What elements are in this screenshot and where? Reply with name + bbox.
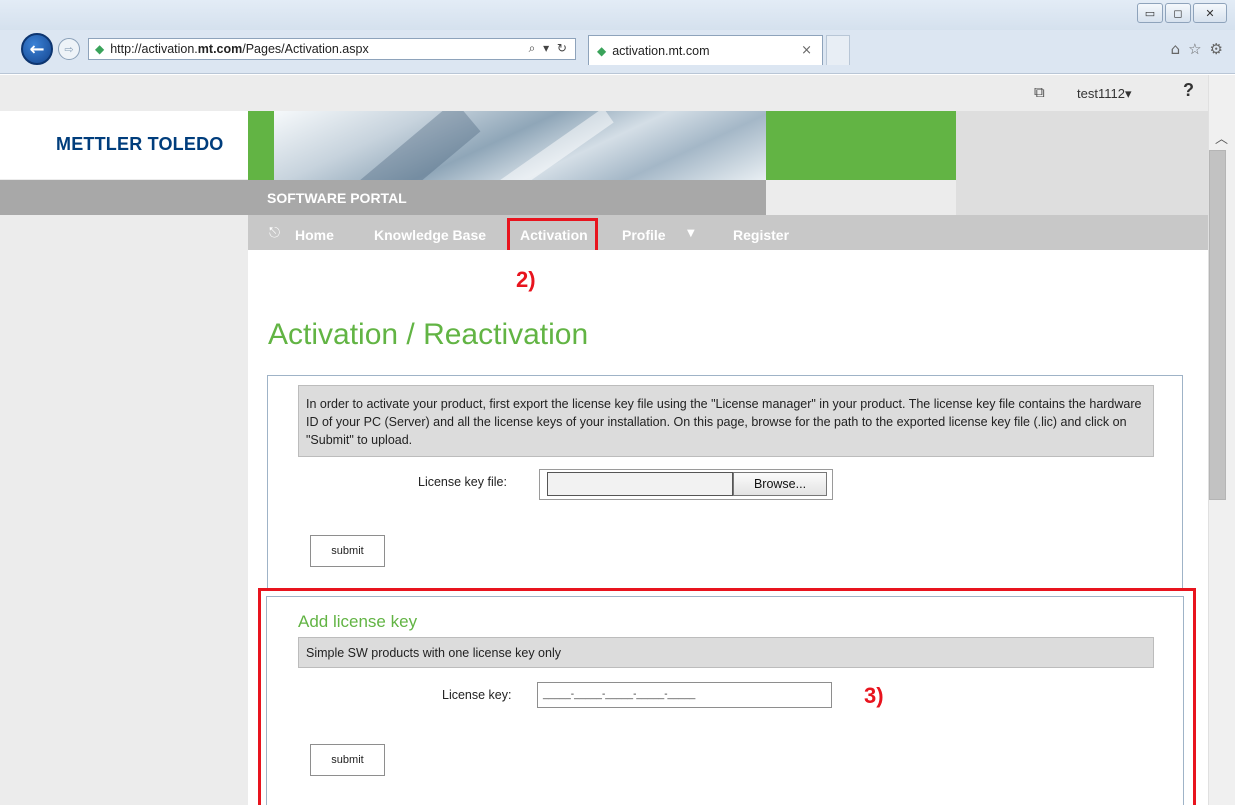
mettler-toledo-logo[interactable]: METTLER TOLEDO: [56, 134, 223, 155]
portal-title-bar-right: [766, 180, 956, 215]
add-license-key-info: Simple SW products with one license key …: [298, 637, 1154, 668]
maximize-button[interactable]: ◻: [1165, 3, 1191, 23]
site-favicon-icon: ◆: [95, 42, 105, 56]
back-arrow-icon[interactable]: ←: [21, 33, 53, 65]
annotation-step-2: 2): [516, 267, 536, 292]
license-file-instructions: In order to activate your product, first…: [298, 385, 1154, 457]
home-nav-icon[interactable]: ⎋: [269, 225, 280, 241]
annotation-highlight-activation: [507, 218, 598, 254]
settings-gear-icon[interactable]: ⚙: [1210, 40, 1223, 58]
page-title: Activation / Reactivation: [268, 318, 589, 351]
window-titlebar: [0, 0, 1235, 30]
header-green-block-right: [766, 111, 956, 180]
home-icon[interactable]: ⌂: [1171, 40, 1181, 58]
portal-title: SOFTWARE PORTAL: [267, 190, 407, 206]
address-bar[interactable]: ◆ http://activation.mt.com/Pages/Activat…: [88, 38, 576, 60]
browser-chrome: ▭ ◻ ✕ ← ⇨ ◆ http://activation.mt.com/Pag…: [0, 0, 1235, 74]
chevron-down-icon[interactable]: ▼: [687, 228, 695, 239]
license-key-input[interactable]: _____-_____-_____-_____-_____: [537, 682, 832, 708]
browser-toolbar-icons: ⌂ ☆ ⚙: [1171, 40, 1223, 58]
tab-close-icon[interactable]: ×: [801, 43, 812, 58]
browse-button[interactable]: Browse...: [733, 472, 827, 496]
window-controls: ▭ ◻ ✕: [1137, 3, 1227, 23]
site-toolbar: ⧉ test1112▾ ?: [0, 75, 1208, 111]
license-key-label: License key:: [442, 688, 512, 702]
browser-tab-active[interactable]: ◆ activation.mt.com ×: [588, 35, 823, 65]
help-icon[interactable]: ?: [1183, 80, 1194, 101]
submit-license-file-button[interactable]: submit: [310, 535, 385, 567]
license-key-file-label: License key file:: [418, 475, 507, 489]
address-search-refresh-icons[interactable]: ⌕ ▾ ↻: [529, 41, 569, 56]
user-menu[interactable]: test1112▾: [1077, 86, 1131, 102]
nav-item-register[interactable]: Register: [733, 227, 789, 243]
header-banner-image: [274, 111, 766, 180]
license-file-path-input[interactable]: [547, 472, 733, 496]
scroll-up-arrow-icon[interactable]: ︿: [1208, 128, 1235, 147]
tab-title: activation.mt.com: [612, 43, 710, 58]
new-tab-button[interactable]: [826, 35, 850, 65]
left-sidebar: [0, 111, 248, 805]
add-license-key-title: Add license key: [298, 612, 418, 631]
close-window-button[interactable]: ✕: [1193, 3, 1227, 23]
address-url: http://activation.mt.com/Pages/Activatio…: [110, 42, 369, 56]
scrollbar-thumb[interactable]: [1209, 150, 1226, 500]
tab-favicon-icon: ◆: [597, 43, 607, 58]
submit-license-key-button[interactable]: submit: [310, 744, 385, 776]
nav-item-knowledge-base[interactable]: Knowledge Base: [374, 227, 486, 243]
nav-item-home[interactable]: Home: [295, 227, 334, 243]
annotation-step-3: 3): [864, 683, 884, 708]
header-green-strip-left: [248, 111, 274, 180]
favorites-star-icon[interactable]: ☆: [1188, 40, 1201, 58]
nav-item-profile[interactable]: Profile: [622, 227, 666, 243]
minimize-button[interactable]: ▭: [1137, 3, 1163, 23]
fullscreen-icon[interactable]: ⧉: [1034, 83, 1045, 101]
forward-arrow-icon[interactable]: ⇨: [58, 38, 80, 60]
